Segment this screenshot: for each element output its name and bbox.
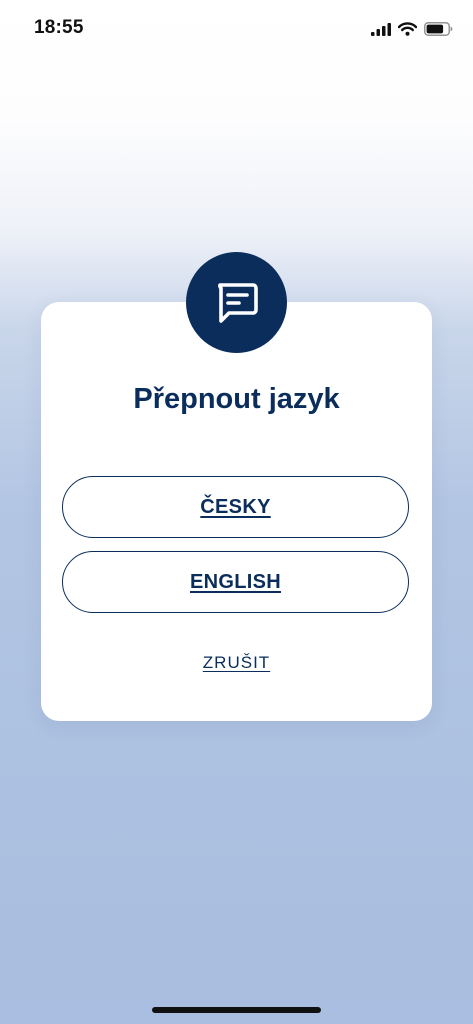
cancel-button[interactable]: ZRUŠIT xyxy=(41,653,432,673)
wifi-icon xyxy=(397,22,418,36)
status-time: 18:55 xyxy=(34,17,84,38)
home-indicator[interactable] xyxy=(152,1007,321,1013)
english-language-button[interactable]: ENGLISH xyxy=(62,551,409,613)
chat-message-icon xyxy=(212,278,262,328)
dialog-badge xyxy=(186,252,287,353)
battery-icon xyxy=(424,22,453,36)
czech-language-button[interactable]: ČESKY xyxy=(62,476,409,538)
cellular-signal-icon xyxy=(371,22,391,36)
status-bar: 18:55 xyxy=(0,0,473,56)
status-icons xyxy=(371,20,453,38)
dialog-title: Přepnout jazyk xyxy=(133,383,340,415)
